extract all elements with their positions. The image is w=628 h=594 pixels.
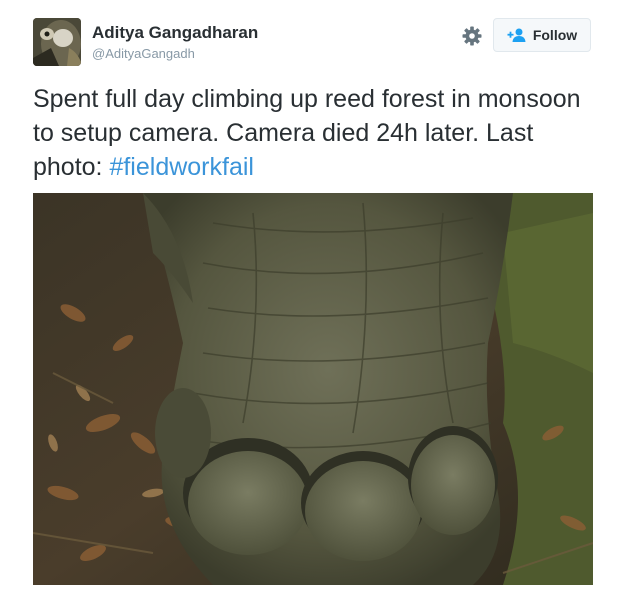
hashtag-link[interactable]: #fieldworkfail <box>109 153 254 181</box>
tweet-photo[interactable] <box>33 193 593 585</box>
elephant-foot-image <box>33 193 593 585</box>
tweet-text: Spent full day climbing up reed forest i… <box>33 82 593 184</box>
gear-icon[interactable] <box>461 25 483 47</box>
follow-label: Follow <box>532 27 578 43</box>
user-avatar[interactable] <box>33 18 81 66</box>
user-handle[interactable]: @AdityaGangadh <box>92 46 195 61</box>
follow-person-plus-icon <box>507 28 526 42</box>
avatar-photo <box>33 18 81 66</box>
tweet-card: Aditya Gangadharan @AdityaGangadh Follow… <box>0 0 628 594</box>
user-name[interactable]: Aditya Gangadharan <box>92 23 258 43</box>
follow-button[interactable]: Follow <box>493 18 591 52</box>
